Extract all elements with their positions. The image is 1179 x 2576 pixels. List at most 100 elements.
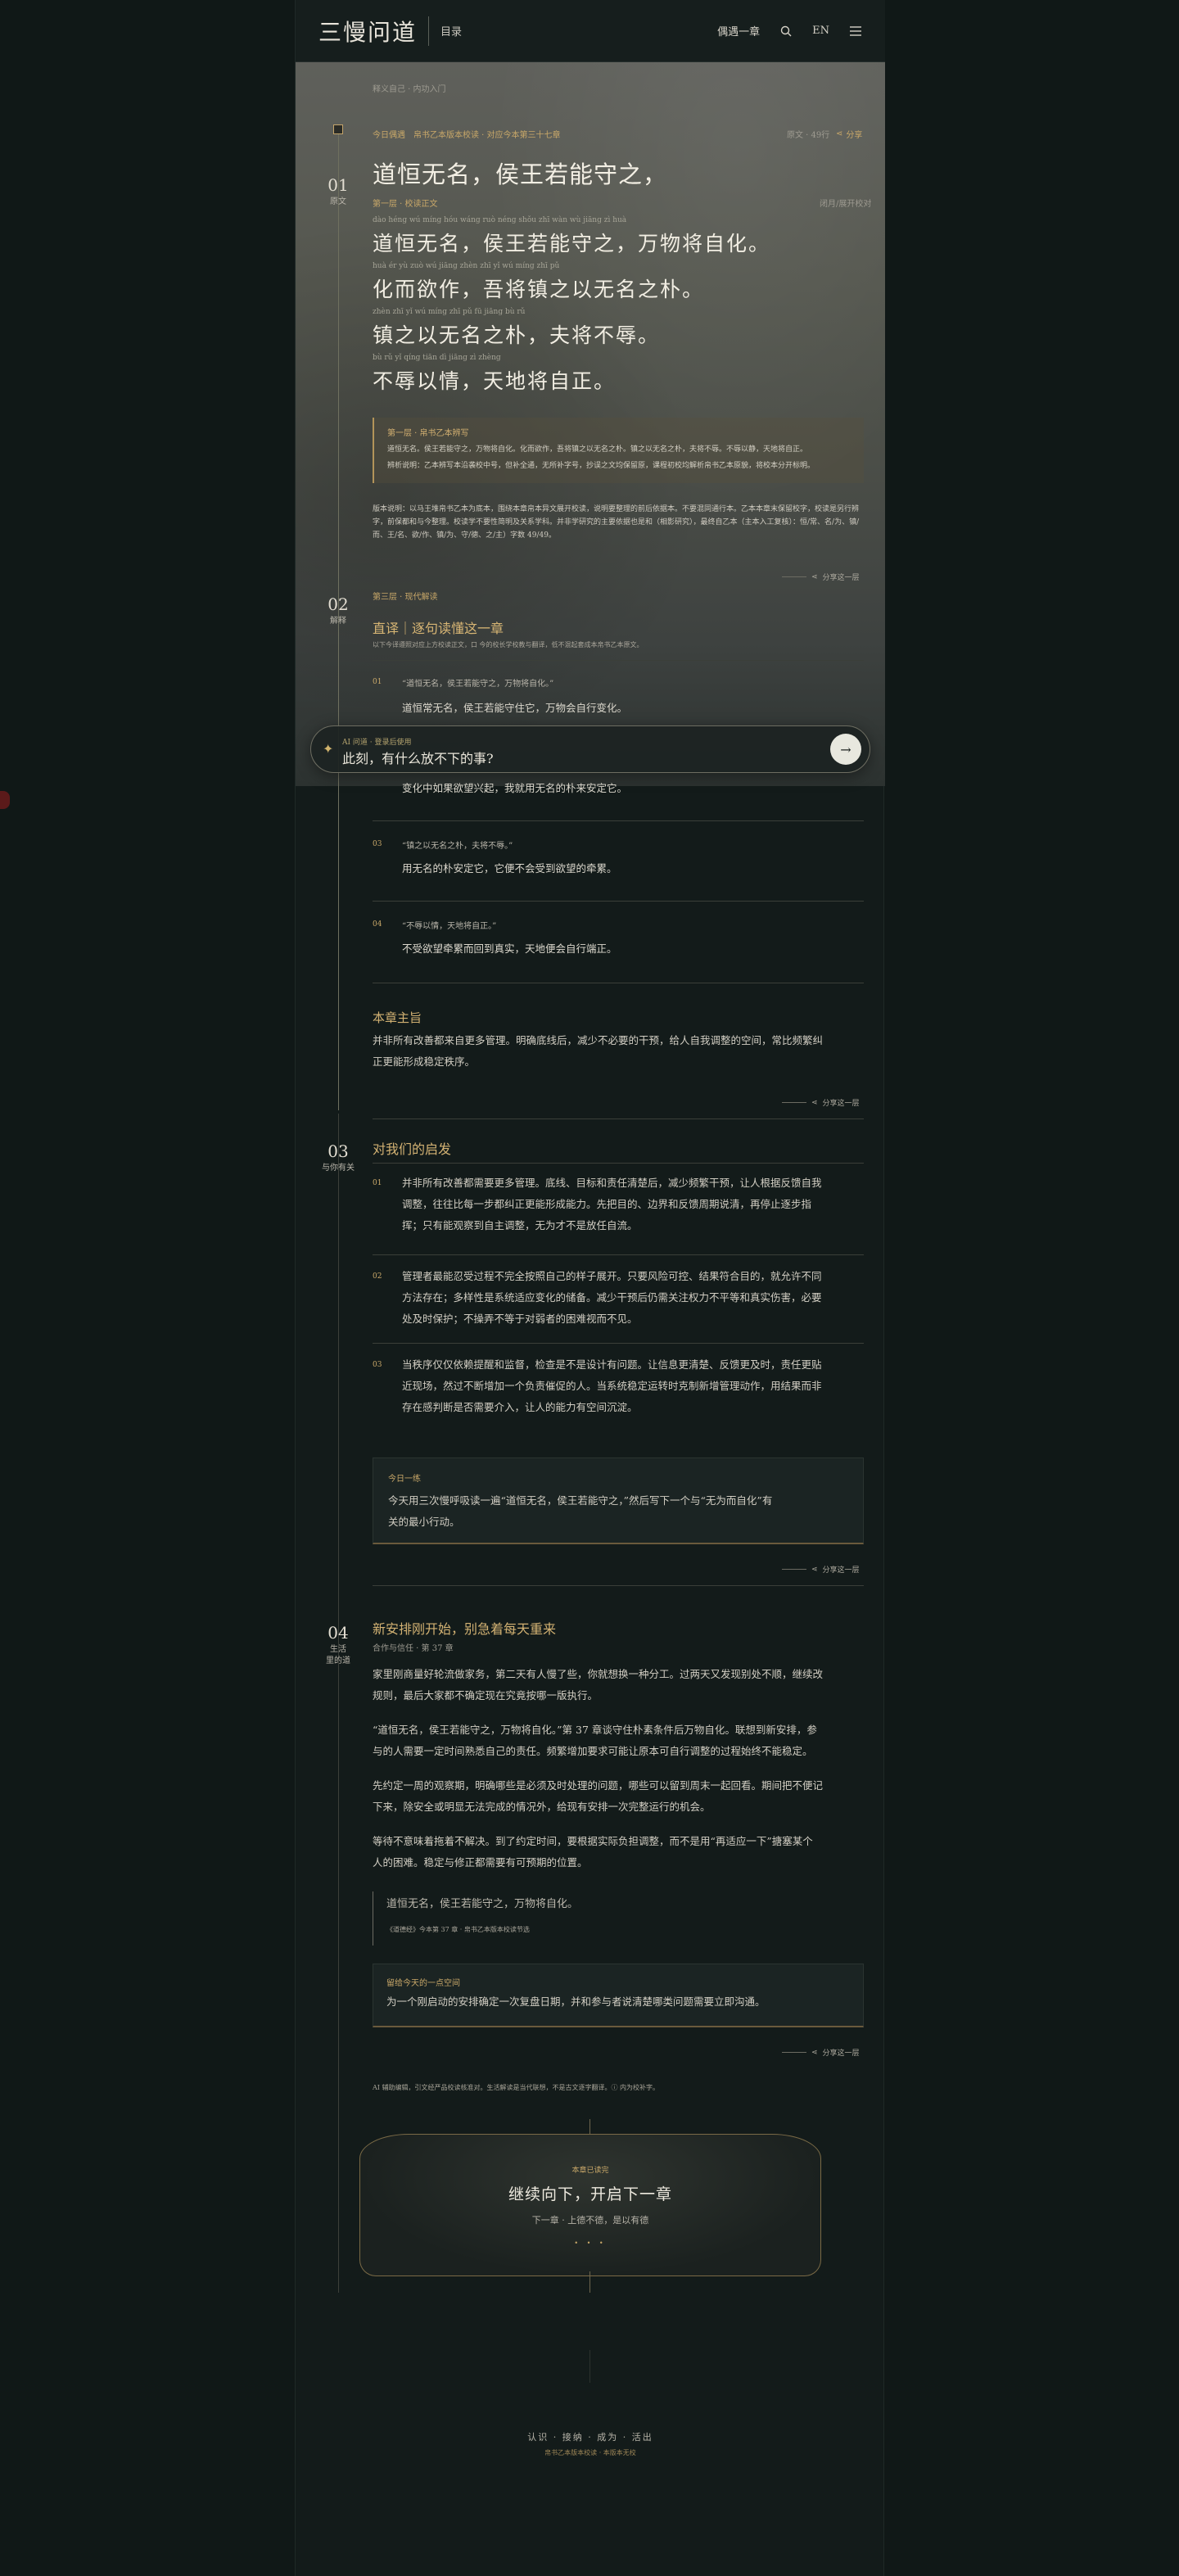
- arrow-right-icon[interactable]: →: [830, 734, 861, 765]
- life-line: 规则，最后大家都不确定现在究竟按哪一版执行。: [373, 1689, 599, 1702]
- share-line: [782, 2052, 806, 2053]
- share-line: [782, 1569, 806, 1570]
- variant-note-box: 第一层 · 帛书乙本辨写 道恒无名。侯王若能守之，万物将自化。化而欲作，吾将镇之…: [373, 418, 864, 483]
- verse-line: zhèn zhī yǐ wú míng zhī pǔ fū jiāng bù r…: [373, 308, 864, 349]
- insight-line: 方法存在；多样性是系统适应变化的储备。减少干预后仍需关注权力不平等和真实伤害，必…: [402, 1291, 822, 1304]
- item-text: 变化中如果欲望兴起，我就用无名的朴来安定它。: [402, 782, 628, 794]
- life-line: 等待不意味着拖着不解决。到了约定时间，要根据实际负担调整，而不是用“再适应一下”…: [373, 1835, 813, 1847]
- share-label: 分享这一层: [822, 2050, 860, 2058]
- insight-text: 并非所有改善都需要更多管理。底线、目标和责任清楚后，减少频繁干预，让人根据反馈自…: [402, 1173, 861, 1236]
- proofread-toggle[interactable]: 闭月/展开校对: [820, 197, 871, 209]
- note-line: 辨析说明：乙本辨写本沿袭校中号，但补全通，无所补字号，抄误之文均保留原，课程初校…: [387, 462, 815, 470]
- next-pre: 本章已读完: [571, 2167, 609, 2175]
- section-4-number: 04: [328, 1623, 349, 1643]
- share-layer-button[interactable]: ⋖ 分享这一层: [782, 1564, 860, 1575]
- meta-source: 帛书乙本版本校读 · 对应今本第三十七章: [413, 131, 561, 140]
- share-icon: ⋖: [811, 1565, 818, 1574]
- section-4-label: 生活 里的道: [314, 1644, 363, 1667]
- footer-motto: 认识 · 接纳 · 成为 · 活出: [527, 2432, 653, 2443]
- chapter-meta: 今日偶遇 帛书乙本版本校读 · 对应今本第三十七章: [373, 128, 561, 140]
- life-line: 先约定一周的观察期，明确哪些是必须及时处理的问题，哪些可以留到周末一起回看。期间…: [373, 1779, 824, 1792]
- card-line: 今天用三次慢呼吸读一遍“道恒无名，侯王若能守之，”然后写下一个与“无为而自化”有: [388, 1494, 773, 1507]
- item-quote: “道恒无名，侯王若能守之，万物将自化。”: [402, 680, 554, 689]
- language-toggle[interactable]: EN: [812, 25, 829, 37]
- next-chapter-card[interactable]: 本章已读完 继续向下，开启下一章 下一章 · 上德不德，是以有德 • • •: [359, 2134, 821, 2276]
- divider: [373, 1585, 864, 1586]
- item-quote: “不辱以情，天地将自正。”: [402, 922, 497, 931]
- life-line: 下来，除安全或明显无法完成的情况外，给现有安排一次完整运行的机会。: [373, 1801, 711, 1813]
- page: 三慢问道 目录 偶遇一章 EN 释义自己 · 内功入门 今日偶遇 帛书乙本版本校…: [295, 0, 885, 2576]
- share-layer-button[interactable]: ⋖ 分享这一层: [782, 2047, 860, 2058]
- insight-line: 处及时保护；不操弄不等于对弱者的困难视而不见。: [402, 1313, 638, 1325]
- ai-question-input[interactable]: 此刻，有什么放不下的事?: [342, 748, 494, 767]
- today-space-card: 留给今天的一点空间 为一个刚启动的安排确定一次复盘日期，并和参与者说清楚哪类问题…: [373, 1964, 864, 2027]
- layer3-label: 第三层 · 现代解读: [373, 593, 438, 602]
- verse-line: dào héng wú míng hóu wáng ruò néng shǒu …: [373, 216, 864, 257]
- item-text: 道恒常无名，侯王若能守住它，万物会自行变化。: [402, 702, 628, 714]
- life-paragraph: 等待不意味着拖着不解决。到了约定时间，要根据实际负担调整，而不是用“再适应一下”…: [373, 1831, 864, 1873]
- timeline-line-lower: [338, 1114, 339, 2293]
- share-line: [782, 576, 806, 577]
- section-4-label-line: 里的道: [326, 1656, 350, 1665]
- share-icon: ⋖: [811, 572, 818, 581]
- note-title: 第一层 · 帛书乙本辨写: [387, 429, 469, 438]
- insight-line: 存在感判断是否需要介入，让人的能力有空间沉淀。: [402, 1401, 638, 1413]
- section-1-number: 01: [328, 175, 349, 195]
- life-line: 人的困难。稳定与修正都需要有可预期的位置。: [373, 1856, 588, 1869]
- timeline-marker: [333, 124, 343, 134]
- next-title: 继续向下，开启下一章: [508, 2185, 672, 2203]
- life-line: “道恒无名，侯王若能守之，万物将自化。”第 37 章谈守住朴素条件后万物自化。联…: [373, 1724, 817, 1736]
- section-2-label: 解释: [330, 617, 346, 626]
- item-number: 02: [373, 1272, 382, 1281]
- insight-text: 当秩序仅仅依赖提醒和监督，检查是不是设计有问题。让信息更清楚、反馈更及时，责任更…: [402, 1354, 861, 1418]
- card-label: 今日一练: [388, 1475, 421, 1484]
- verse-pinyin: bù rǔ yǐ qíng tiān dì jiāng zì zhèng: [373, 354, 501, 362]
- theme-title: 本章主旨: [373, 1010, 422, 1025]
- item-number: 04: [373, 920, 382, 929]
- ai-ask-bar[interactable]: ✦ AI 问道 · 登录后使用 此刻，有什么放不下的事? →: [310, 725, 870, 773]
- ai-label: AI 问道 · 登录后使用: [342, 739, 412, 747]
- layer3-desc: 以下今译遵照对应上方校读正文，口 今的校长学校教与翻译，低不混起套成本帛书乙本原…: [373, 641, 644, 649]
- daily-practice-card: 今日一练 今天用三次慢呼吸读一遍“道恒无名，侯王若能守之，”然后写下一个与“无为…: [373, 1457, 864, 1544]
- share-layer-button[interactable]: ⋖ 分享这一层: [782, 1097, 860, 1108]
- item-number: 01: [373, 678, 382, 686]
- section-3-number: 03: [328, 1141, 349, 1161]
- divider: [373, 901, 864, 902]
- next-dots: • • •: [574, 2239, 607, 2247]
- item-quote: “镇之以无名之朴，夫将不辱。”: [402, 842, 513, 851]
- section-1-label: 原文: [330, 197, 346, 206]
- item-number: 01: [373, 1179, 382, 1187]
- section-4-label-line: 生活: [330, 1645, 346, 1654]
- toc-link[interactable]: 目录: [440, 23, 462, 38]
- share-layer-button[interactable]: ⋖ 分享这一层: [782, 572, 860, 582]
- theme-line: 并非所有改善都来自更多管理。明确底线后，减少不必要的干预，给人自我调整的空间，常…: [373, 1034, 824, 1046]
- verse-text: 不辱以情，天地将自正。: [373, 369, 617, 393]
- life-meta: 合作与信任 · 第 37 章: [373, 1644, 454, 1653]
- insight-line: 近现场，然过不断增加一个负责催促的人。当系统稳定运转时克制新增管理动作，用结果而…: [402, 1380, 822, 1392]
- life-paragraph: “道恒无名，侯王若能守之，万物将自化。”第 37 章谈守住朴素条件后万物自化。联…: [373, 1720, 864, 1762]
- chapter-title: 道恒无名，侯王若能守之，: [373, 160, 668, 188]
- share-icon: ⋖: [811, 1098, 818, 1107]
- verse-line: huà ér yù zuò wú jiāng zhèn zhī yǐ wú mí…: [373, 262, 864, 303]
- verse-line: bù rǔ yǐ qíng tiān dì jiāng zì zhèng 不辱以…: [373, 354, 864, 395]
- section-2-number: 02: [328, 594, 349, 614]
- share-icon: ⋖: [836, 129, 843, 138]
- share-top-button[interactable]: ⋖ 分享: [836, 128, 862, 140]
- search-icon[interactable]: [779, 25, 793, 38]
- version-note: 版本说明：以马王堆帛书乙本为底本，围绕本章帛本异文展开校读，说明要整理的前后依据…: [373, 505, 860, 540]
- share-top-label: 分享: [846, 131, 863, 140]
- life-paragraph: 家里刚商量好轮流做家务，第二天有人慢了些，你就想换一种分工。过两天又发现别处不顺…: [373, 1664, 864, 1706]
- share-label: 分享这一层: [822, 1566, 860, 1575]
- layer1-label: 第一层 · 校读正文: [373, 200, 438, 209]
- breadcrumb: 释义自己 · 内功入门: [373, 85, 446, 94]
- meta-date: 今日偶遇: [373, 131, 405, 140]
- share-label: 分享这一层: [822, 574, 860, 582]
- site-logo[interactable]: 三慢问道: [318, 15, 417, 47]
- divider: [373, 1254, 864, 1255]
- verse-text: 化而欲作，吾将镇之以无名之朴。: [373, 278, 705, 301]
- menu-icon[interactable]: [849, 25, 862, 38]
- meta-right: 原文 · 49行: [787, 131, 830, 140]
- random-chapter-link[interactable]: 偶遇一章: [717, 23, 760, 38]
- item-number: 03: [373, 1361, 382, 1369]
- sparkle-icon: ✦: [323, 741, 334, 757]
